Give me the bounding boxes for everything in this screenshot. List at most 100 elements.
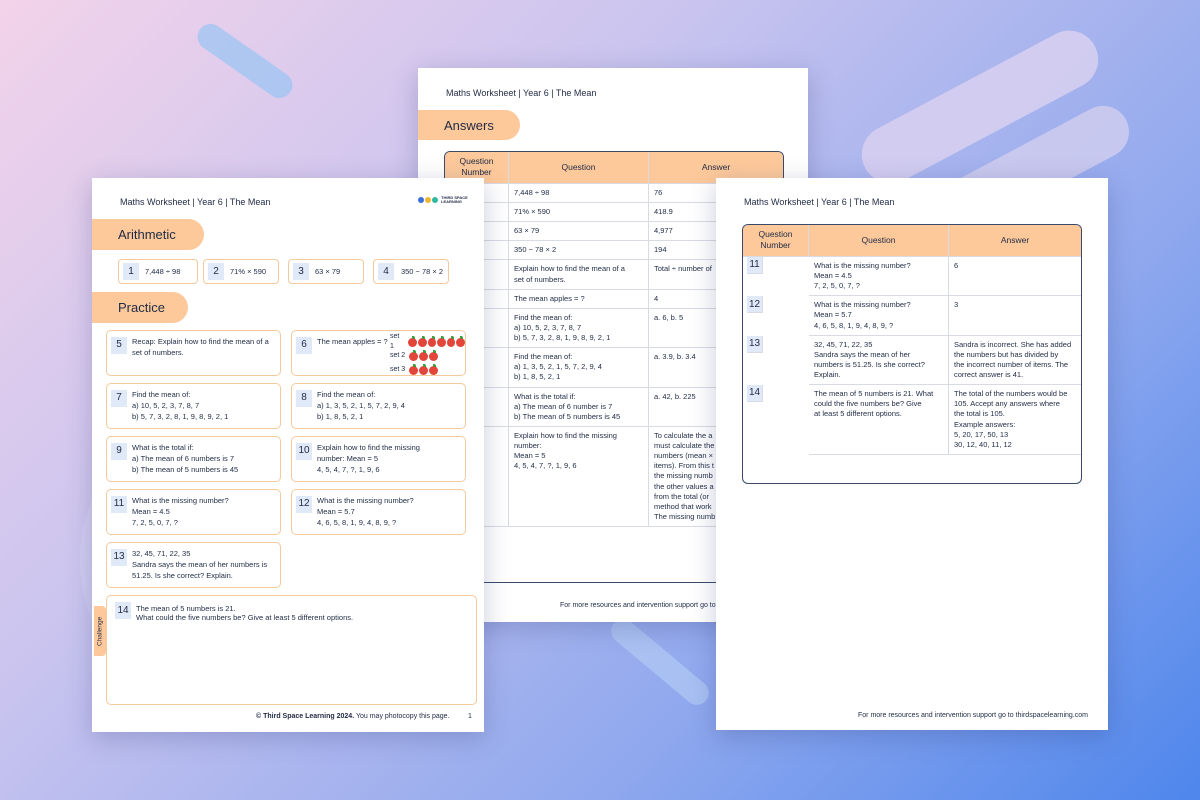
question-text: What is the missing number? Mean = 4.5 7… (132, 496, 229, 527)
table-row: 11 What is the missing number? Mean = 4.5… (743, 256, 1081, 297)
apple-set: set 1 (390, 332, 466, 350)
table-row: 12 What is the missing number? Mean = 5.7… (743, 296, 1081, 336)
question-cell: 63 × 79 (509, 222, 649, 242)
set-label: set 1 (390, 332, 400, 350)
question-number-cell: 13 (747, 335, 763, 353)
question-text: What is the total if: a) The mean of 6 n… (132, 443, 239, 474)
question-number: 11 (111, 496, 127, 513)
question-cell: What is the missing number? Mean = 5.7 4… (809, 296, 949, 336)
question-text: What is the missing number? Mean = 5.7 4… (317, 496, 414, 527)
practice-question: 12 What is the missing number? Mean = 5.… (291, 489, 466, 535)
page-footer: For more resources and intervention supp… (560, 602, 716, 609)
page-header: Maths Worksheet | Year 6 | The Mean (744, 197, 895, 207)
apple-set: set 2 (390, 349, 465, 363)
question-number: 12 (296, 496, 312, 513)
question-cell: What is the total if: a) The mean of 6 n… (509, 387, 649, 427)
table-row: 14 The mean of 5 numbers is 21. What coul… (743, 385, 1081, 455)
question-cell: Explain how to find the mean of a set of… (509, 260, 649, 290)
apple-icon (418, 335, 427, 347)
question-text: Explain how to find the missing number: … (317, 443, 420, 474)
copyright: © Third Space Learning 2024. (256, 713, 355, 720)
logo-dot (418, 197, 424, 203)
logo-text: THIRD SPACE LEARNING (441, 195, 468, 205)
column-header: Question (509, 152, 649, 184)
arithmetic-question: 2 71% × 590 (203, 259, 279, 284)
page-header: Maths Worksheet | Year 6 | The Mean (446, 88, 597, 98)
question-number: 7 (111, 390, 127, 407)
practice-title: Practice (92, 292, 188, 323)
set-label: set 3 (390, 365, 406, 373)
apple-set: set 3 (390, 363, 465, 377)
answers-title: Answers (418, 110, 520, 140)
question-cell: 7,448 ÷ 98 (509, 183, 649, 204)
question-number: 5 (111, 337, 127, 354)
column-header: Question (809, 225, 949, 257)
question-number: 6 (296, 337, 312, 354)
page-footer: For more resources and intervention supp… (858, 712, 1088, 719)
apple-icon (419, 363, 429, 375)
column-header: Question Number (743, 225, 809, 257)
apple-icon (408, 335, 418, 347)
apple-icon (437, 335, 446, 347)
question-cell: The mean apples = ? (509, 289, 649, 309)
question-number: 13 (111, 549, 127, 566)
practice-question: 13 32, 45, 71, 22, 35 Sandra says the me… (106, 542, 281, 588)
page-header: Maths Worksheet | Year 6 | The Mean (120, 197, 271, 207)
apple-icon (456, 335, 466, 347)
question-cell: What is the missing number? Mean = 4.5 7… (809, 256, 949, 297)
background-shape (606, 614, 714, 710)
question-number: 1 (123, 263, 139, 280)
logo-dot (425, 197, 431, 203)
practice-question: 6 The mean apples = ? set 1 set 2 set 3 (291, 330, 466, 376)
question-text: The mean apples = ? (317, 337, 388, 346)
question-number: 9 (111, 443, 127, 460)
apple-icon (429, 363, 439, 375)
question-cell: Explain how to find the missing number: … (509, 426, 649, 528)
arithmetic-question: 4 350 − 78 × 2 (373, 259, 449, 284)
page-number: 1 (468, 713, 472, 720)
practice-question: 11 What is the missing number? Mean = 4.… (106, 489, 281, 535)
column-header: Answer (949, 225, 1081, 257)
question-cell: 32, 45, 71, 22, 35 Sandra says the mean … (809, 335, 949, 386)
question-text: The mean of 5 numbers is 21. What could … (136, 604, 354, 622)
question-number: 14 (115, 602, 131, 619)
question-text: 32, 45, 71, 22, 35 Sandra says the mean … (132, 549, 268, 580)
practice-question: 9 What is the total if: a) The mean of 6… (106, 436, 281, 482)
answer-cell: 3 (949, 296, 1081, 336)
apple-icon (409, 349, 419, 361)
question-text: Find the mean of: a) 10, 5, 2, 3, 7, 8, … (132, 390, 229, 421)
background-shape (192, 18, 298, 104)
logo-icon (418, 197, 438, 203)
table-row: 13 32, 45, 71, 22, 35 Sandra says the mea… (743, 335, 1081, 386)
question-text: Find the mean of: a) 1, 3, 5, 2, 1, 5, 7… (317, 390, 405, 421)
challenge-question: 14 The mean of 5 numbers is 21. What cou… (106, 595, 477, 705)
question-cell: The mean of 5 numbers is 21. What could … (809, 385, 949, 455)
answer-cell: The total of the numbers would be 105. A… (949, 385, 1081, 455)
apple-icon (446, 335, 456, 347)
answer-cell: 6 (949, 257, 1081, 297)
question-cell: Find the mean of: a) 10, 5, 2, 3, 7, 8, … (509, 308, 649, 349)
answers-table: Question Number Question Answer 11 What i… (742, 224, 1082, 484)
apple-icon (419, 349, 429, 361)
question-text: 63 × 79 (315, 267, 341, 276)
question-number: 8 (296, 390, 312, 407)
question-number-cell: 11 (747, 256, 763, 274)
question-number: 2 (208, 263, 224, 280)
third-space-learning-logo: THIRD SPACE LEARNING (418, 192, 474, 208)
arithmetic-title: Arithmetic (92, 219, 204, 250)
question-text: 350 − 78 × 2 (400, 266, 444, 276)
footer-note: You may photocopy this page. (354, 713, 450, 720)
apple-icon (409, 363, 419, 375)
question-text: Recap: Explain how to find the mean of a… (132, 337, 269, 357)
page-footer: © Third Space Learning 2024. You may pho… (256, 713, 450, 720)
question-cell: 71% × 590 (509, 203, 649, 223)
question-number: 3 (293, 263, 309, 280)
apple-icon (429, 349, 439, 361)
arithmetic-question: 1 7,448 ÷ 98 (118, 259, 198, 284)
question-number: 10 (296, 443, 312, 460)
logo-dot (432, 197, 438, 203)
question-number: 4 (378, 263, 394, 280)
answer-cell: Sandra is incorrect. She has added the n… (949, 336, 1081, 386)
question-cell: Find the mean of: a) 1, 3, 5, 2, 1, 5, 7… (509, 348, 649, 388)
arithmetic-question: 3 63 × 79 (288, 259, 364, 284)
